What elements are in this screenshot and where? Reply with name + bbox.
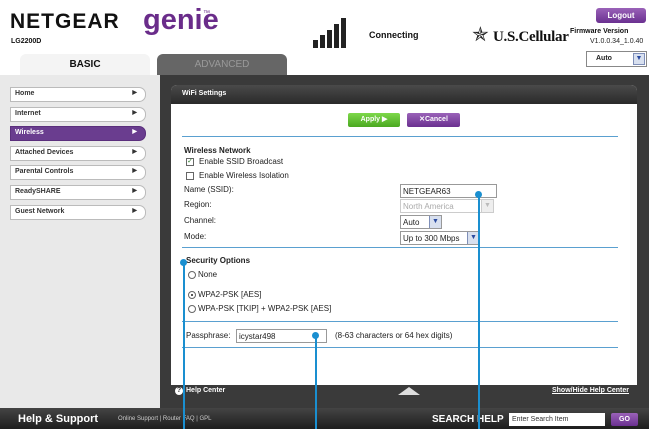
help-icon[interactable]: ? (175, 387, 183, 395)
sidebar-item-label: ReadySHARE (15, 188, 61, 195)
firmware-label: Firmware Version (570, 28, 629, 35)
carrier-name: U.S.Cellular (493, 29, 569, 45)
firmware-version: V1.0.0.34_1.0.40 (590, 38, 644, 45)
netgear-logo: NETGEAR (10, 10, 120, 33)
logout-button[interactable]: Logout (596, 8, 646, 23)
search-help-label: SEARCH HELP (432, 414, 504, 425)
arrow-right-icon: ▶ (132, 168, 137, 174)
sidebar-item-guest-network[interactable]: Guest Network ▶ (10, 205, 146, 220)
chevron-down-icon: ▼ (633, 53, 645, 65)
callout-line-ssid (478, 194, 480, 429)
language-value: Auto (596, 55, 612, 62)
mode-select[interactable]: Up to 300 Mbps ▼ (400, 231, 480, 245)
carrier-star-icon: ✯ (472, 24, 489, 46)
wireless-isolation-checkbox[interactable] (186, 172, 194, 180)
search-input[interactable]: Enter Search Item (509, 413, 605, 426)
sidebar-item-label: Parental Controls (15, 168, 74, 175)
tab-basic[interactable]: BASIC (20, 54, 150, 75)
tab-advanced[interactable]: ADVANCED (157, 54, 287, 75)
model-name: LG2200D (11, 38, 42, 45)
callout-dot-passphrase (312, 332, 319, 339)
callout-line-passphrase (315, 335, 317, 429)
help-center-label[interactable]: Help Center (186, 387, 225, 394)
footer-links[interactable]: Online Support | Router FAQ | GPL (118, 416, 212, 422)
channel-select[interactable]: Auto ▼ (400, 215, 442, 229)
sidebar-item-label: Guest Network (15, 208, 65, 215)
sidebar-item-label: Internet (15, 110, 41, 117)
signal-strength-icon (313, 18, 353, 48)
callout-line-security (183, 262, 185, 429)
wifi-settings-panel: WiFi Settings Apply ▶ ✕Cancel Wireless N… (171, 85, 637, 385)
search-go-button[interactable]: GO (611, 413, 638, 426)
arrow-right-icon: ▶ (132, 188, 137, 194)
channel-label: Channel: (184, 216, 217, 225)
divider (182, 321, 618, 322)
arrow-right-icon: ▶ (132, 208, 137, 214)
mode-label: Mode: (184, 232, 207, 241)
security-wpa2-radio[interactable] (188, 291, 196, 299)
sidebar-item-wireless[interactable]: Wireless ▶ (10, 126, 146, 141)
region-label: Region: (184, 200, 212, 209)
ssid-label: Name (SSID): (184, 185, 234, 194)
cancel-button[interactable]: ✕Cancel (407, 113, 460, 127)
callout-dot-security (180, 259, 187, 266)
language-select[interactable]: Auto ▼ (586, 51, 647, 67)
security-none-label: None (198, 270, 218, 279)
security-wpa2-label: WPA2-PSK [AES] (198, 290, 262, 299)
arrow-right-icon: ▶ (132, 149, 137, 155)
ssid-broadcast-checkbox[interactable]: ✓ (186, 158, 194, 166)
arrow-right-icon: ▶ (132, 129, 137, 135)
connection-status: Connecting (369, 30, 419, 40)
wireless-isolation-label: Enable Wireless Isolation (199, 171, 289, 180)
footer: Help & Support Online Support | Router F… (0, 408, 649, 429)
passphrase-hint: (8-63 characters or 64 hex digits) (335, 331, 453, 340)
security-options-heading: Security Options (186, 256, 251, 265)
wireless-network-heading: Wireless Network (184, 146, 251, 155)
panel-header: WiFi Settings (171, 85, 637, 104)
help-support-title: Help & Support (18, 413, 99, 425)
trademark-mark: ™ (203, 10, 210, 17)
security-wpa-wpa2-radio[interactable] (188, 305, 196, 313)
ssid-broadcast-label: Enable SSID Broadcast (199, 157, 284, 166)
chevron-down-icon: ▼ (481, 200, 493, 212)
sidebar-item-label: Home (15, 90, 35, 97)
arrow-right-icon: ▶ (132, 90, 137, 96)
divider (182, 136, 618, 137)
sidebar-item-home[interactable]: Home ▶ (10, 87, 146, 102)
chevron-down-icon: ▼ (429, 216, 441, 228)
divider (182, 247, 618, 248)
divider (182, 347, 618, 348)
genie-logo: genie (143, 4, 219, 36)
sidebar-item-attached-devices[interactable]: Attached Devices ▶ (10, 146, 146, 161)
sidebar-item-internet[interactable]: Internet ▶ (10, 107, 146, 122)
show-hide-help-link[interactable]: Show/Hide Help Center (552, 387, 629, 394)
region-value: North America (403, 202, 454, 211)
help-center-bar: ? Help Center Show/Hide Help Center (171, 385, 637, 398)
apply-button[interactable]: Apply ▶ (348, 113, 400, 127)
sidebar: Home ▶ Internet ▶ Wireless ▶ Attached De… (0, 75, 160, 408)
channel-value: Auto (403, 218, 420, 227)
arrow-right-icon: ▶ (132, 110, 137, 116)
sidebar-item-label: Wireless (15, 129, 44, 136)
sidebar-item-label: Attached Devices (15, 149, 74, 156)
page-title: WiFi Settings (182, 90, 227, 97)
security-none-radio[interactable] (188, 271, 196, 279)
ssid-input[interactable]: NETGEAR63 (400, 184, 497, 198)
sidebar-item-parental-controls[interactable]: Parental Controls ▶ (10, 165, 146, 180)
expand-up-icon[interactable] (398, 387, 420, 395)
callout-dot-ssid (475, 191, 482, 198)
passphrase-label: Passphrase: (186, 331, 231, 340)
mode-value: Up to 300 Mbps (403, 234, 460, 243)
security-wpa-wpa2-label: WPA-PSK [TKIP] + WPA2-PSK [AES] (198, 304, 332, 313)
sidebar-item-readyshare[interactable]: ReadySHARE ▶ (10, 185, 146, 200)
